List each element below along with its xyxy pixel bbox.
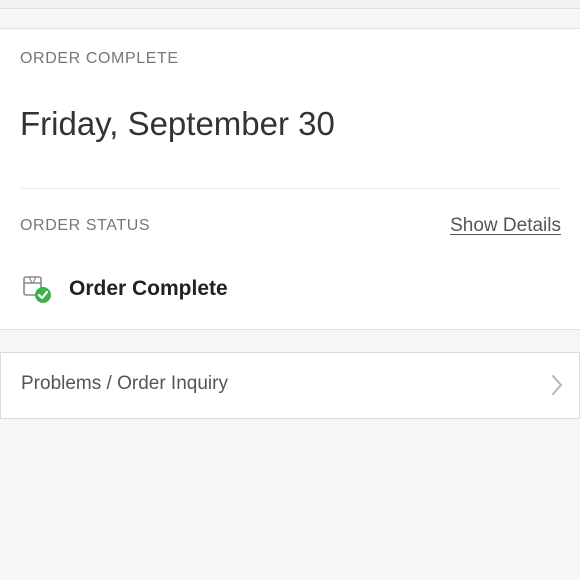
- order-status-text: Order Complete: [69, 277, 228, 300]
- card-divider: [20, 188, 560, 189]
- problems-order-inquiry-row[interactable]: Problems / Order Inquiry: [0, 352, 580, 419]
- problems-order-inquiry-label: Problems / Order Inquiry: [21, 373, 228, 394]
- package-check-icon: [20, 272, 54, 306]
- order-header-label: ORDER COMPLETE: [20, 50, 179, 67]
- order-date: Friday, September 30: [20, 105, 335, 142]
- order-status-label: ORDER STATUS: [20, 217, 151, 234]
- chevron-right-icon: [549, 373, 565, 397]
- show-details-link[interactable]: Show Details: [450, 215, 561, 237]
- order-card: ORDER COMPLETE Friday, September 30 ORDE…: [0, 28, 580, 330]
- top-strip: [0, 0, 580, 8]
- order-status-row: Order Complete: [20, 273, 228, 305]
- top-divider: [0, 8, 580, 9]
